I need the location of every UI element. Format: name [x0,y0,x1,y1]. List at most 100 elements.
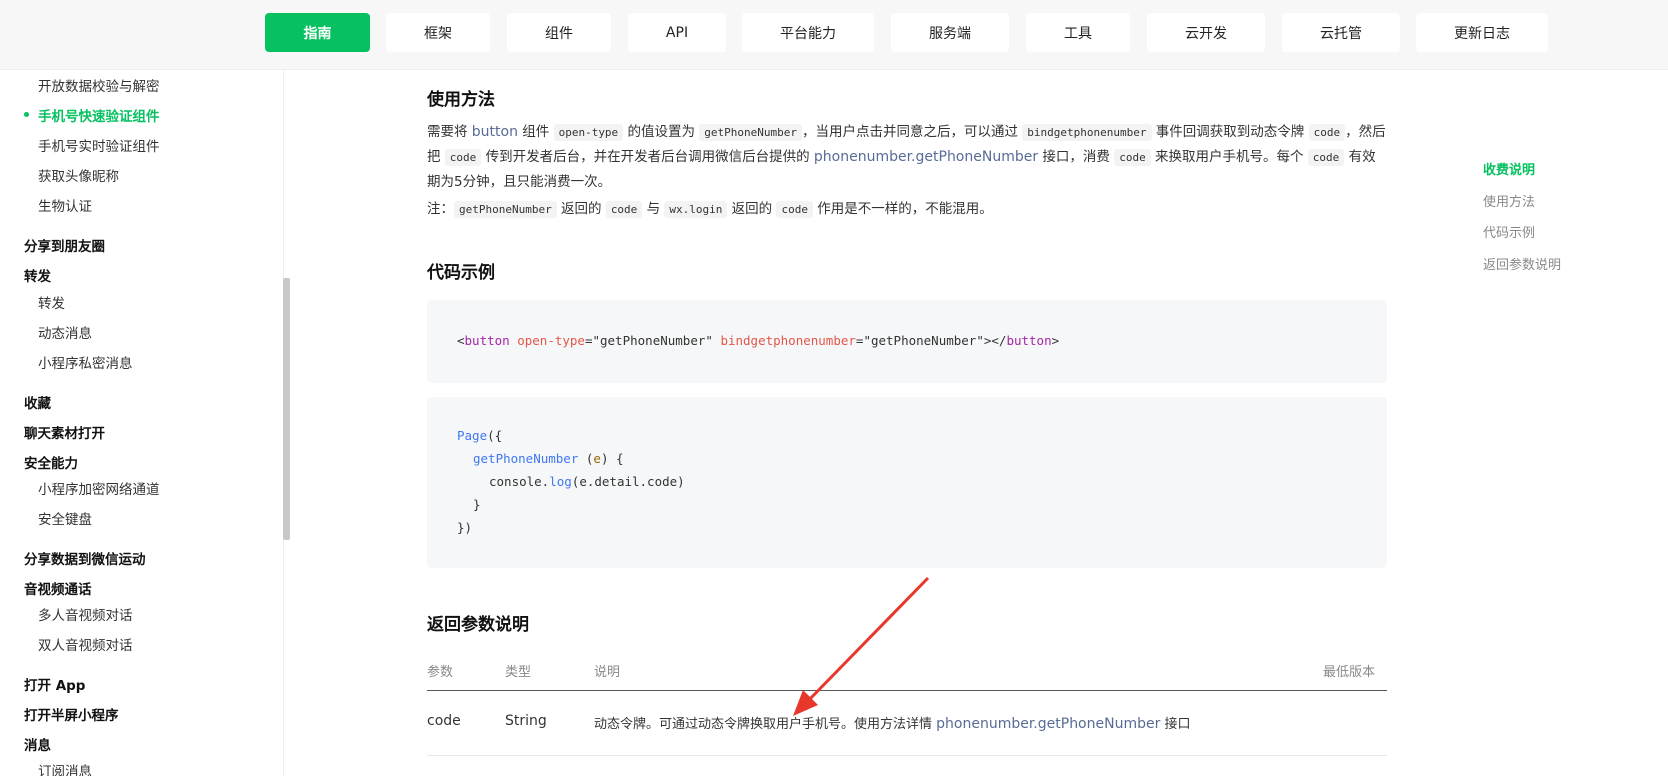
table-cell-desc: 动态令牌。可通过动态令牌换取用户手机号。使用方法详情 phonenumber.g… [594,713,1191,732]
toc-item-active[interactable]: 收费说明 [1483,159,1535,178]
code-token: button [1006,333,1052,348]
sidebar-item[interactable]: 动态消息 [38,322,92,342]
nav-tab-tools[interactable]: 工具 [1026,13,1130,52]
sidebar-group[interactable]: 转发 [24,265,51,285]
table-header-desc: 说明 [594,665,621,680]
code-token: ></ [983,333,1007,348]
inline-code: code [1114,149,1151,166]
sidebar-group[interactable]: 聊天素材打开 [24,422,105,442]
table-header-version: 最低版本 [1323,665,1376,680]
text: 传到开发者后台，并在开发者后台调用微信后台提供的 [481,149,814,165]
sidebar-item[interactable]: 订阅消息 [38,760,92,776]
code-token: e [593,451,601,466]
code-token: "getPhoneNumber" [592,333,713,348]
sidebar-group[interactable]: 收藏 [24,392,51,412]
text: 返回的 [556,201,606,217]
sidebar-group[interactable]: 分享到朋友圈 [24,235,105,255]
code-token: ({ [487,428,503,443]
sidebar-item[interactable]: 小程序私密消息 [38,352,133,372]
sidebar-group[interactable]: 打开 App [24,674,85,694]
text: 事件回调获取到动态令牌 [1151,124,1309,140]
nav-tab-api[interactable]: API [628,13,726,52]
usage-paragraph: 需要将 button 组件 open-type 的值设置为 getPhoneNu… [427,120,1387,194]
sidebar-group[interactable]: 消息 [24,734,51,754]
section-heading-example: 代码示例 [427,263,495,283]
sidebar-item-active[interactable]: 手机号快速验证组件 [38,105,160,125]
code-token: bindgetphonenumber [720,333,856,348]
code-token: (e.detail.code) [571,474,685,489]
sidebar-item[interactable]: 手机号实时验证组件 [38,135,160,155]
inline-code: code [444,149,482,166]
code-token: "getPhoneNumber" [863,333,984,348]
nav-tab-cloud-hosting[interactable]: 云托管 [1282,13,1400,52]
inline-code: getPhoneNumber [454,201,557,218]
text: 接口 [1160,717,1191,732]
code-token: ( [578,451,594,466]
inline-code: getPhoneNumber [699,124,802,141]
sidebar: 开放数据校验与解密 手机号快速验证组件 手机号实时验证组件 获取头像昵称 生物认… [0,70,284,776]
text: 需要将 [427,124,472,140]
sidebar-item[interactable]: 多人音视频对话 [38,604,133,624]
text: 组件 [517,124,554,140]
text: 来换取用户手机号。每个 [1150,149,1308,165]
code-block-js[interactable]: Page({ getPhoneNumber (e) { console.log(… [427,397,1387,568]
code-token: Page [457,428,488,443]
active-dot-icon [24,112,29,117]
text: 动态令牌。可通过动态令牌换取用户手机号。使用方法详情 [594,717,937,732]
sidebar-item[interactable]: 生物认证 [38,195,92,215]
sidebar-scrollbar[interactable] [283,278,290,540]
nav-tab-framework[interactable]: 框架 [386,13,490,52]
button-link[interactable]: button [472,124,518,140]
code-token: console. [489,474,550,489]
toc-item[interactable]: 代码示例 [1483,222,1535,241]
top-nav: 指南 框架 组件 API 平台能力 服务端 工具 云开发 云托管 更新日志 [0,0,1668,70]
section-heading-usage: 使用方法 [427,90,495,110]
table-header-type: 类型 [505,665,532,680]
sidebar-item[interactable]: 获取头像昵称 [38,165,119,185]
nav-tab-guide[interactable]: 指南 [265,13,370,52]
usage-note: 注： getPhoneNumber 返回的 code 与 wx.login 返回的… [427,197,1387,222]
code-token: open-type [517,333,585,348]
code-line: Page({ [457,428,502,443]
text: 的值设置为 [623,124,700,140]
text: 注： [427,201,454,217]
code-line: } [473,497,481,512]
sidebar-group[interactable]: 分享数据到微信运动 [24,548,146,568]
code-token: log [549,474,572,489]
inline-code: code [1307,149,1345,166]
sidebar-item[interactable]: 小程序加密网络通道 [38,478,160,498]
arrow-shaft [804,576,930,705]
table-cell-param: code [427,713,461,729]
sidebar-item[interactable]: 开放数据校验与解密 [38,75,160,95]
api-link[interactable]: phonenumber.getPhoneNumber [936,716,1160,732]
sidebar-group[interactable]: 音视频通话 [24,578,92,598]
sidebar-group[interactable]: 安全能力 [24,452,78,472]
code-line: console.log(e.detail.code) [489,474,685,489]
toc-item[interactable]: 返回参数说明 [1483,254,1561,273]
table-cell-type: String [505,713,547,729]
text: 返回的 [727,201,777,217]
inline-code: open-type [553,124,624,141]
sidebar-item[interactable]: 双人音视频对话 [38,634,133,654]
inline-code: code [776,201,813,218]
nav-tab-changelog[interactable]: 更新日志 [1416,13,1548,52]
nav-tab-platform[interactable]: 平台能力 [742,13,874,52]
nav-tab-server[interactable]: 服务端 [891,13,1009,52]
nav-tab-cloud-dev[interactable]: 云开发 [1147,13,1265,52]
inline-code: wx.login [664,201,728,218]
code-block-wxml[interactable]: <button open-type="getPhoneNumber" bindg… [427,300,1387,383]
sidebar-item[interactable]: 安全键盘 [38,508,92,528]
text: 接口，消费 [1038,149,1115,165]
nav-tab-components[interactable]: 组件 [507,13,611,52]
code-token: ) { [600,451,624,466]
code-line: }) [457,520,473,535]
code-token: button [464,333,510,348]
code-token: > [1051,333,1060,348]
text: 作用是不一样的，不能混用。 [812,201,993,217]
code-token: < [457,333,465,348]
toc-item[interactable]: 使用方法 [1483,191,1535,210]
inline-code: code [1308,124,1346,141]
api-link[interactable]: phonenumber.getPhoneNumber [814,149,1038,165]
sidebar-group[interactable]: 打开半屏小程序 [24,704,119,724]
sidebar-item[interactable]: 转发 [38,292,65,312]
